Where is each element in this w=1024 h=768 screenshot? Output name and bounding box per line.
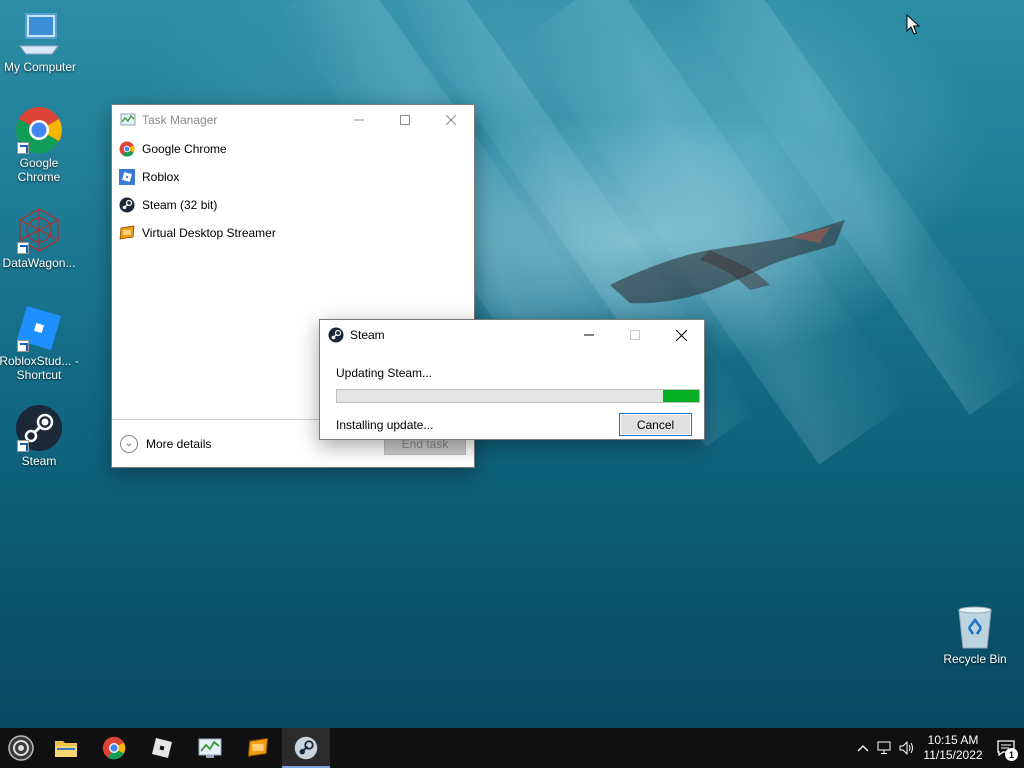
chrome-icon [119,141,135,157]
minimize-button[interactable] [566,320,612,350]
process-list: Google Chrome Roblox Steam (32 bit) Virt… [112,135,474,247]
taskbar-clock[interactable]: 10:15 AM 11/15/2022 [918,733,988,763]
desktop-icon-steam[interactable]: Steam [0,404,79,468]
start-button[interactable] [0,728,42,768]
mouse-cursor-icon [906,14,920,35]
process-name: Google Chrome [142,142,227,156]
update-progress-bar [336,389,700,403]
network-icon [877,741,891,754]
minimize-icon [354,119,364,121]
shortcut-arrow-icon [17,440,29,452]
taskbar-steam[interactable] [282,728,330,768]
roblox-icon [152,738,172,758]
close-button[interactable] [428,105,474,135]
my-computer-icon [19,13,59,55]
minimize-button[interactable] [336,105,382,135]
steam-icon [119,197,135,213]
desktop-icon-label: My Computer [3,60,77,74]
desktop-icon-datawagon[interactable]: DataWagon... [0,206,79,270]
update-status: Installing update... [336,417,434,432]
desktop-icon-roblox-studio[interactable]: RobloxStud... - Shortcut [0,304,79,382]
clock-date: 11/15/2022 [923,748,983,762]
desktop-icon-recycle-bin[interactable]: Recycle Bin [935,602,1015,666]
desktop-icon-google-chrome[interactable]: Google Chrome [0,106,79,184]
volume-button[interactable] [896,728,918,768]
taskbar-file-explorer[interactable] [42,728,90,768]
more-details-label: More details [146,436,212,451]
start-orb-icon [8,735,34,761]
taskbar-chrome[interactable] [90,728,138,768]
process-item-roblox[interactable]: Roblox [112,163,474,191]
process-name: Roblox [142,170,180,184]
process-name: Virtual Desktop Streamer [142,226,276,240]
desktop-icon-label: Steam [21,454,57,468]
wallpaper-swimmer [610,220,845,304]
maximize-icon [630,330,640,340]
steam-dialog-titlebar[interactable]: Steam [320,320,704,350]
system-tray: 10:15 AM 11/15/2022 1 [852,728,1024,768]
maximize-button[interactable] [382,105,428,135]
shortcut-arrow-icon [17,142,29,154]
recycle-bin-icon [958,606,992,649]
process-name: Steam (32 bit) [142,198,218,212]
window-title: Task Manager [142,113,218,127]
shortcut-arrow-icon [17,242,29,254]
maximize-button [612,320,658,350]
maximize-icon [400,115,410,125]
roblox-icon [119,169,135,185]
taskbar-roblox[interactable] [138,728,186,768]
desktop-icon-label: Google Chrome [17,156,61,184]
clock-time: 10:15 AM [927,733,979,747]
close-icon [446,115,456,125]
action-center-button[interactable]: 1 [988,728,1024,768]
more-details-button[interactable]: ⌄ More details [120,434,212,453]
vd-streamer-icon [247,737,269,757]
task-manager-icon [120,113,136,126]
desktop-icon-label: DataWagon... [2,256,76,270]
update-message: Updating Steam... [336,366,433,380]
desktop-icon-label: RobloxStud... - Shortcut [0,354,79,382]
show-hidden-icons-button[interactable] [852,728,874,768]
progress-fill [662,390,699,402]
minimize-icon [584,334,594,336]
volume-icon [899,741,913,755]
taskbar-task-manager[interactable] [186,728,234,768]
task-manager-icon [198,738,222,758]
chevron-down-icon: ⌄ [120,434,138,453]
chrome-icon [102,736,126,760]
desktop-icon-my-computer[interactable]: My Computer [0,10,80,74]
process-item-virtual-desktop-streamer[interactable]: Virtual Desktop Streamer [112,219,474,247]
notification-count-badge: 1 [1005,748,1018,761]
steam-update-dialog[interactable]: Steam Updating Steam... Installing updat… [319,319,705,440]
close-icon [675,329,687,341]
vd-streamer-icon [119,225,135,240]
network-button[interactable] [874,728,896,768]
process-item-google-chrome[interactable]: Google Chrome [112,135,474,163]
taskbar-virtual-desktop-streamer[interactable] [234,728,282,768]
taskbar: 10:15 AM 11/15/2022 1 [0,728,1024,768]
steam-icon [328,327,344,343]
shortcut-arrow-icon [17,340,29,352]
desktop-icon-label: Recycle Bin [943,652,1007,666]
task-manager-titlebar[interactable]: Task Manager [112,105,474,135]
close-button[interactable] [658,320,704,350]
folder-icon [55,741,77,757]
process-item-steam[interactable]: Steam (32 bit) [112,191,474,219]
cancel-button[interactable]: Cancel [619,413,692,436]
window-title: Steam [350,328,385,342]
chevron-up-icon [857,745,869,752]
steam-icon [294,736,318,760]
